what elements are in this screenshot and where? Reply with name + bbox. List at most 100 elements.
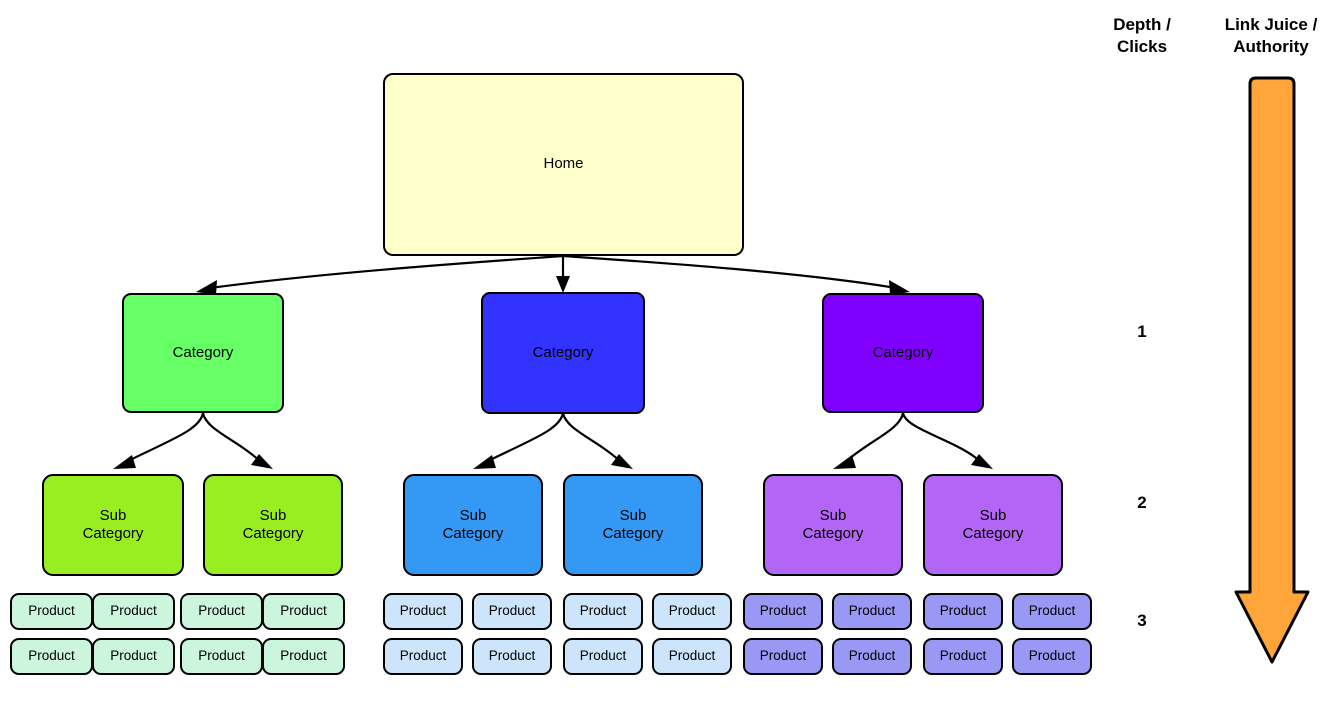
subcat-line2: Category (442, 525, 504, 542)
node-subcategory-green-1-label: Sub Category (83, 507, 144, 544)
node-category-green-label: Category (172, 343, 234, 361)
node-subcategory-green-2[interactable]: Sub Category (203, 474, 343, 576)
node-product-blue-6[interactable]: Product (472, 638, 552, 675)
product-label: Product (399, 603, 447, 619)
node-product-blue-5[interactable]: Product (383, 638, 463, 675)
product-label: Product (848, 648, 896, 664)
node-category-blue[interactable]: Category (481, 292, 645, 414)
node-product-blue-7[interactable]: Product (563, 638, 643, 675)
product-label: Product (28, 603, 75, 619)
subcat-line2: Category (962, 525, 1024, 542)
edge-green-cat-to-sub-2 (201, 412, 263, 464)
depth-column-header: Depth / Clicks (1102, 14, 1182, 58)
product-label: Product (668, 648, 716, 664)
product-label: Product (759, 648, 807, 664)
edge-blue-cat-to-sub-2 (561, 412, 623, 464)
product-label: Product (280, 603, 327, 619)
product-label: Product (1028, 648, 1076, 664)
node-subcategory-blue-2-label: Sub Category (603, 507, 664, 544)
node-product-green-8[interactable]: Product (262, 638, 345, 675)
subcat-line1: Sub (459, 506, 487, 524)
product-label: Product (939, 603, 987, 619)
subcat-line2: Category (82, 525, 144, 542)
product-label: Product (110, 648, 157, 664)
product-label: Product (399, 648, 447, 664)
node-subcategory-purple-2-label: Sub Category (963, 507, 1024, 544)
node-product-blue-8[interactable]: Product (652, 638, 732, 675)
arrowhead-blue-sub-1 (473, 455, 496, 469)
node-product-green-2[interactable]: Product (92, 593, 175, 630)
arrowhead-category-blue (556, 276, 570, 293)
product-label: Product (488, 603, 536, 619)
link-juice-arrow-shape (1234, 76, 1310, 664)
product-label: Product (110, 603, 157, 619)
depth-header-line-1: Depth / (1113, 15, 1171, 34)
edge-blue-cat-to-sub-1 (483, 412, 565, 464)
node-category-blue-label: Category (532, 343, 594, 361)
subcat-line1: Sub (99, 506, 127, 524)
depth-label-2: 2 (1137, 493, 1147, 512)
product-label: Product (848, 603, 896, 619)
node-category-green[interactable]: Category (122, 293, 284, 413)
product-label: Product (668, 603, 716, 619)
subcat-line2: Category (802, 525, 864, 542)
link-juice-arrow (1234, 76, 1310, 664)
subcat-line2: Category (242, 525, 304, 542)
node-product-purple-4[interactable]: Product (1012, 593, 1092, 630)
subcat-line1: Sub (619, 506, 647, 524)
product-label: Product (579, 648, 627, 664)
edge-green-cat-to-sub-1 (123, 412, 205, 464)
node-home-label: Home (543, 155, 584, 173)
node-product-green-4[interactable]: Product (262, 593, 345, 630)
node-subcategory-green-1[interactable]: Sub Category (42, 474, 184, 576)
node-product-purple-2[interactable]: Product (832, 593, 912, 630)
arrowhead-green-sub-1 (113, 455, 136, 469)
node-product-blue-2[interactable]: Product (472, 593, 552, 630)
edge-purple-cat-to-sub-1 (843, 412, 905, 464)
node-product-purple-5[interactable]: Product (743, 638, 823, 675)
product-label: Product (1028, 603, 1076, 619)
product-label: Product (198, 648, 245, 664)
product-label: Product (939, 648, 987, 664)
node-product-green-6[interactable]: Product (92, 638, 175, 675)
product-label: Product (488, 648, 536, 664)
node-product-green-1[interactable]: Product (10, 593, 93, 630)
link-juice-column-header: Link Juice / Authority (1196, 14, 1344, 58)
node-category-purple[interactable]: Category (822, 293, 984, 413)
product-label: Product (280, 648, 327, 664)
node-product-blue-1[interactable]: Product (383, 593, 463, 630)
subcat-line2: Category (602, 525, 664, 542)
edge-purple-cat-to-sub-2 (901, 412, 983, 464)
depth-label-3: 3 (1137, 611, 1147, 630)
node-product-blue-3[interactable]: Product (563, 593, 643, 630)
node-product-green-5[interactable]: Product (10, 638, 93, 675)
diagram-canvas: Depth / Clicks Link Juice / Authority 1 … (0, 0, 1344, 704)
juice-header-line-2: Authority (1233, 36, 1309, 56)
node-product-purple-6[interactable]: Product (832, 638, 912, 675)
node-subcategory-blue-1-label: Sub Category (443, 507, 504, 544)
node-subcategory-green-2-label: Sub Category (243, 507, 304, 544)
node-product-purple-8[interactable]: Product (1012, 638, 1092, 675)
product-label: Product (198, 603, 245, 619)
depth-label-1: 1 (1137, 322, 1147, 341)
arrowhead-purple-sub-1 (833, 455, 856, 469)
juice-header-line-1: Link Juice / (1224, 15, 1318, 34)
node-product-purple-3[interactable]: Product (923, 593, 1003, 630)
node-subcategory-blue-1[interactable]: Sub Category (403, 474, 543, 576)
node-subcategory-blue-2[interactable]: Sub Category (563, 474, 703, 576)
product-label: Product (759, 603, 807, 619)
node-product-green-3[interactable]: Product (180, 593, 263, 630)
node-product-purple-7[interactable]: Product (923, 638, 1003, 675)
node-home[interactable]: Home (383, 73, 744, 256)
node-category-purple-label: Category (872, 343, 934, 361)
node-subcategory-purple-2[interactable]: Sub Category (923, 474, 1063, 576)
node-product-green-7[interactable]: Product (180, 638, 263, 675)
node-product-purple-1[interactable]: Product (743, 593, 823, 630)
edge-home-to-category-purple (562, 254, 897, 290)
edge-home-to-category-green (209, 254, 564, 290)
node-subcategory-purple-1[interactable]: Sub Category (763, 474, 903, 576)
subcat-line1: Sub (259, 506, 287, 524)
subcat-line1: Sub (979, 506, 1007, 524)
subcat-line1: Sub (819, 506, 847, 524)
node-product-blue-4[interactable]: Product (652, 593, 732, 630)
